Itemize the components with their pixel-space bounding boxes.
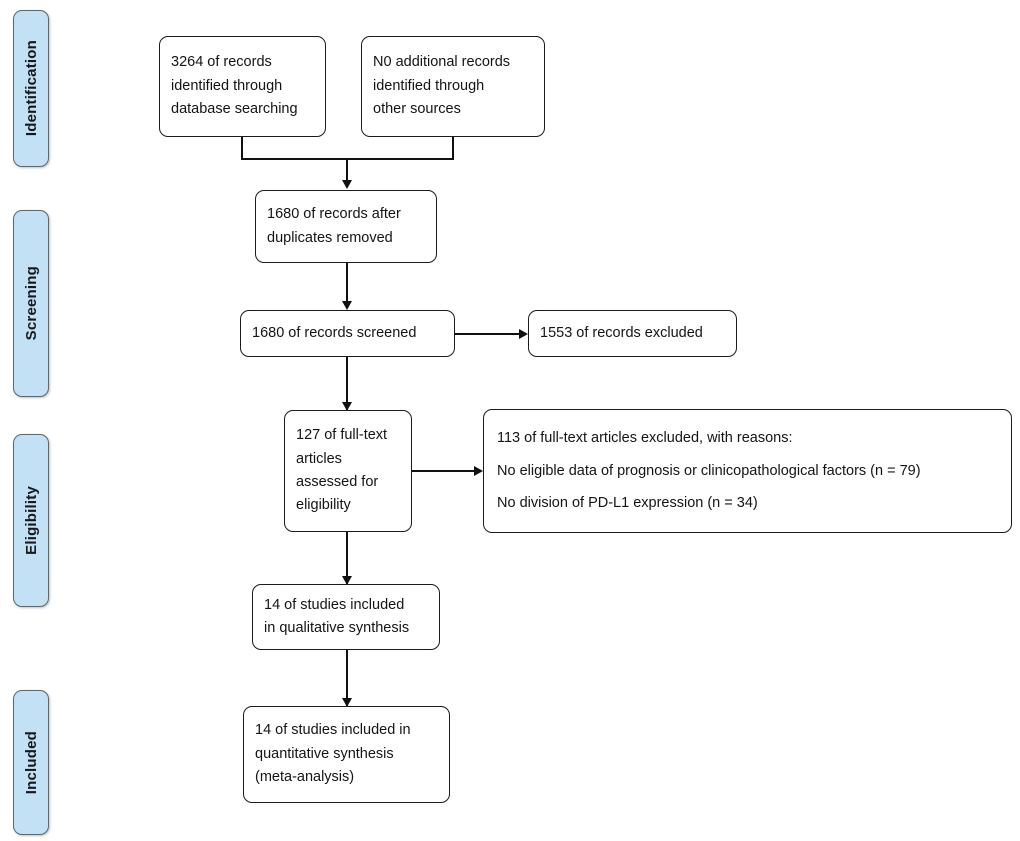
box-records-after-duplicates-text: 1680 of records after duplicates removed	[267, 206, 401, 246]
box-records-identified-database-text: 3264 of records identified through datab…	[171, 54, 298, 118]
connector-merge-to-duplicates	[346, 158, 348, 182]
stage-tab-included: Included	[13, 690, 49, 835]
box-studies-qualitative-synthesis: 14 of studies included in qualitative sy…	[252, 584, 440, 650]
box-records-identified-other-sources: N0 additional records identified through…	[361, 36, 545, 137]
arrowhead-to-reasons-icon	[474, 466, 483, 476]
box-fulltext-assessed: 127 of full-text articles assessed for e…	[284, 410, 412, 532]
box-records-excluded: 1553 of records excluded	[528, 310, 737, 357]
connector-duplicates-to-screened	[346, 263, 348, 303]
box-records-identified-database: 3264 of records identified through datab…	[159, 36, 326, 137]
box-studies-quantitative-synthesis: 14 of studies included in quantitative s…	[243, 706, 450, 803]
stage-tab-identification: Identification	[13, 10, 49, 167]
stage-label-screening: Screening	[22, 266, 40, 341]
box-records-screened: 1680 of records screened	[240, 310, 455, 357]
connector-fulltext-to-reasons	[412, 470, 476, 472]
connector-other-sources-down	[452, 137, 454, 159]
arrowhead-to-duplicates-icon	[342, 180, 352, 189]
box-records-screened-text: 1680 of records screened	[252, 324, 417, 341]
stage-label-eligibility: Eligibility	[22, 486, 40, 555]
stage-tab-screening: Screening	[13, 210, 49, 397]
connector-screened-to-excluded	[455, 333, 521, 335]
box-fulltext-assessed-text: 127 of full-text articles assessed for e…	[296, 427, 388, 514]
connector-database-down	[241, 137, 243, 159]
box-studies-quantitative-synthesis-text: 14 of studies included in quantitative s…	[255, 722, 411, 786]
stage-label-included: Included	[22, 730, 40, 795]
stage-tab-eligibility: Eligibility	[13, 434, 49, 607]
box-fulltext-excluded-reasons: 113 of full-text articles excluded, with…	[483, 409, 1012, 533]
box-records-excluded-text: 1553 of records excluded	[540, 324, 703, 341]
box-records-after-duplicates: 1680 of records after duplicates removed	[255, 190, 437, 263]
box-records-identified-other-sources-text: N0 additional records identified through…	[373, 54, 511, 118]
prisma-flow-diagram: Identification Screening Eligibility Inc…	[0, 0, 1020, 841]
box-fulltext-excluded-reasons-text: 113 of full-text articles excluded, with…	[497, 430, 921, 512]
stage-label-identification: Identification	[22, 40, 40, 137]
arrowhead-to-screened-icon	[342, 301, 352, 310]
arrowhead-to-excluded-icon	[519, 329, 528, 339]
box-studies-qualitative-synthesis-text: 14 of studies included in qualitative sy…	[264, 596, 410, 636]
